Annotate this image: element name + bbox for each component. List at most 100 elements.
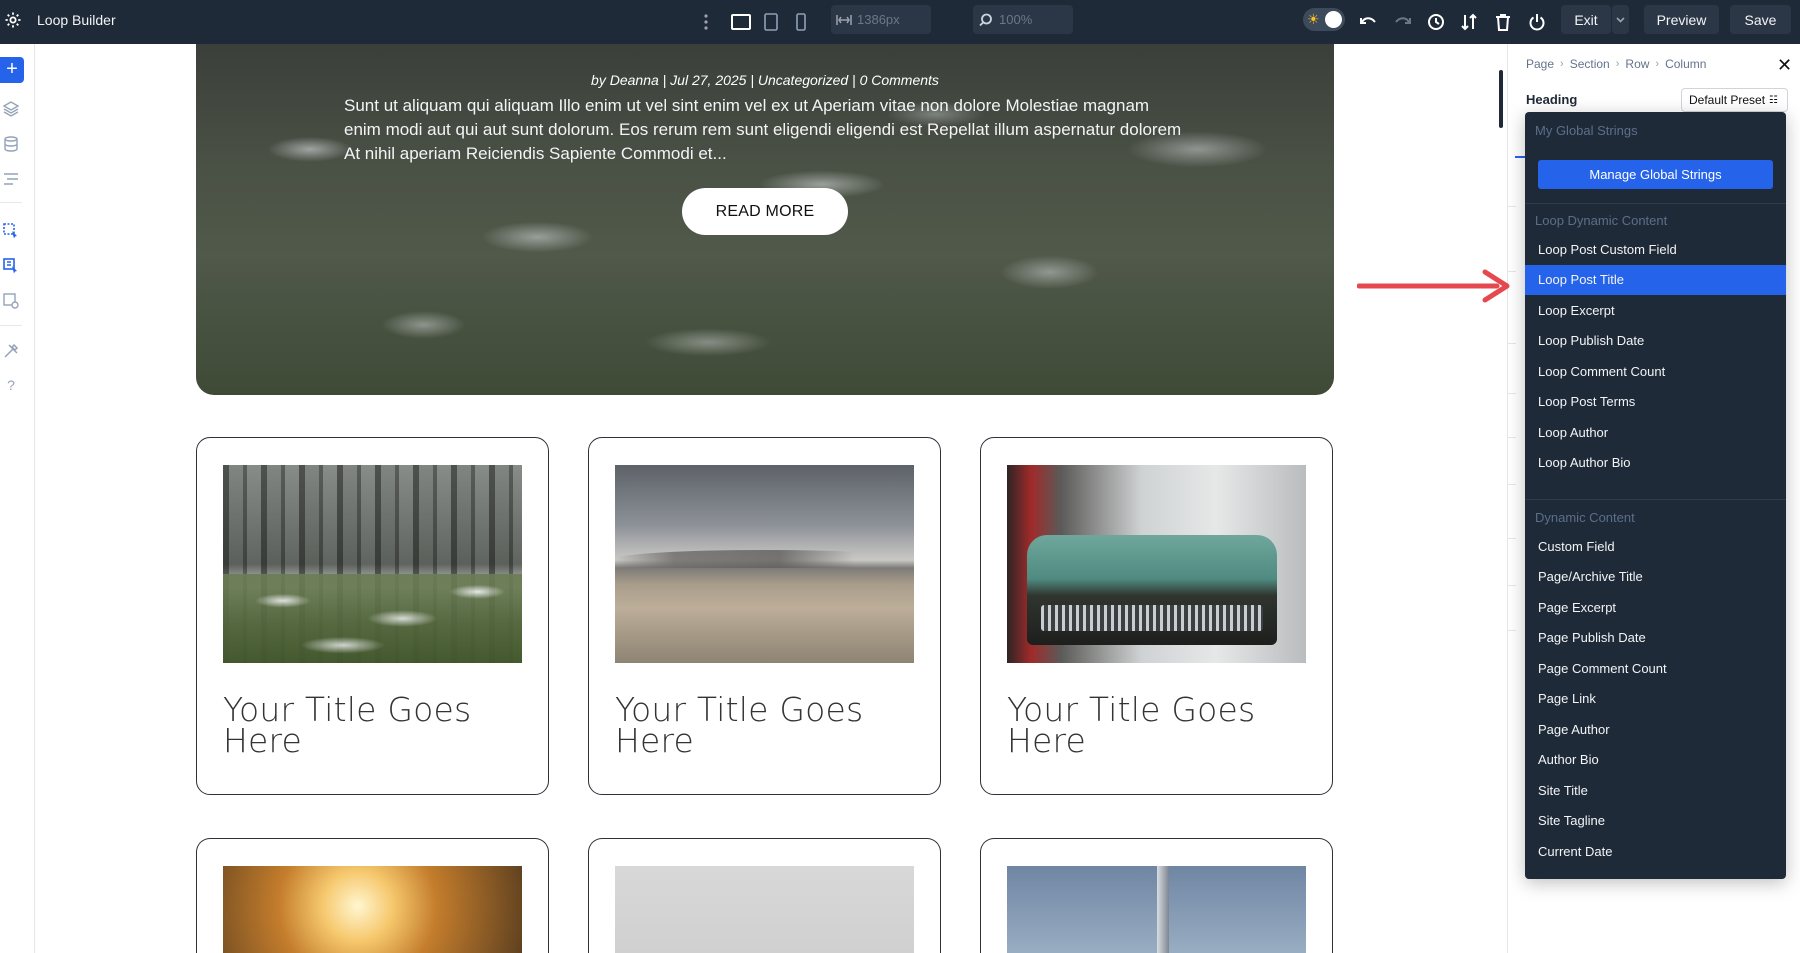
loop-card[interactable] xyxy=(980,838,1333,953)
panel-divider xyxy=(1508,538,1516,539)
power-icon[interactable] xyxy=(1525,10,1549,34)
save-button[interactable]: Save xyxy=(1730,5,1791,34)
panel-divider xyxy=(1508,484,1516,485)
phone-view-icon[interactable] xyxy=(789,10,813,34)
card-image xyxy=(223,465,522,663)
left-sidebar: + ? xyxy=(0,44,35,953)
preset-select[interactable]: Default Preset ☷ xyxy=(1681,88,1788,112)
dropdown-item-loop-publish-date[interactable]: Loop Publish Date xyxy=(1525,326,1786,356)
redo-icon[interactable] xyxy=(1390,10,1414,34)
card-image xyxy=(1007,465,1306,663)
dropdown-item-site-title[interactable]: Site Title xyxy=(1525,775,1786,805)
dropdown-item-site-tagline[interactable]: Site Tagline xyxy=(1525,806,1786,836)
dropdown-item-page-comment-count[interactable]: Page Comment Count xyxy=(1525,653,1786,683)
tools-icon[interactable] xyxy=(0,340,22,362)
preview-button[interactable]: Preview xyxy=(1644,5,1719,34)
card-title: Your Title Goes Here xyxy=(615,694,915,756)
manage-global-strings-button[interactable]: Manage Global Strings xyxy=(1538,160,1773,189)
loop-items-icon[interactable] xyxy=(0,255,22,277)
card-title: Your Title Goes Here xyxy=(223,694,523,756)
card-title: Your Title Goes Here xyxy=(1007,694,1307,756)
card-image xyxy=(615,465,914,663)
canvas-scrollbar[interactable] xyxy=(1499,70,1503,128)
card-image xyxy=(615,866,914,953)
featured-post-hero[interactable]: by Deanna | Jul 27, 2025 | Uncategorized… xyxy=(196,44,1334,395)
exit-button[interactable]: Exit xyxy=(1561,5,1611,34)
group-header-loop: Loop Dynamic Content xyxy=(1535,213,1667,228)
breadcrumb-section[interactable]: Section xyxy=(1570,57,1610,71)
loop-card[interactable]: Your Title Goes Here xyxy=(196,437,549,795)
add-module-button[interactable]: + xyxy=(0,57,24,83)
zoom-search-icon xyxy=(973,13,999,27)
panel-divider xyxy=(1508,393,1516,394)
zoom-field[interactable]: 100% xyxy=(973,5,1073,34)
module-heading-label: Heading xyxy=(1526,92,1577,107)
card-image xyxy=(1007,866,1306,953)
panel-divider xyxy=(1508,206,1516,207)
chevron-right-icon: › xyxy=(1655,58,1659,70)
close-icon[interactable]: ✕ xyxy=(1777,57,1792,73)
rail-divider xyxy=(0,202,22,203)
breadcrumb-column[interactable]: Column xyxy=(1665,57,1706,71)
dropdown-divider xyxy=(1525,203,1786,204)
dropdown-item-loop-excerpt[interactable]: Loop Excerpt xyxy=(1525,295,1786,325)
loop-card[interactable] xyxy=(196,838,549,953)
trash-icon[interactable] xyxy=(1491,10,1515,34)
panel-divider xyxy=(1508,343,1516,344)
breadcrumb-page[interactable]: Page xyxy=(1526,57,1554,71)
chevron-right-icon: › xyxy=(1616,58,1620,70)
red-pointer-arrow xyxy=(1357,268,1527,304)
dropdown-divider xyxy=(1525,499,1786,500)
exit-dropdown-button[interactable] xyxy=(1612,5,1629,34)
toggle-knob xyxy=(1325,11,1342,28)
structure-icon[interactable] xyxy=(0,168,22,190)
dropdown-item-loop-post-custom-field[interactable]: Loop Post Custom Field xyxy=(1525,234,1786,264)
settings-gear-icon[interactable] xyxy=(4,11,22,29)
tablet-view-icon[interactable] xyxy=(759,10,783,34)
layers-icon[interactable] xyxy=(0,98,22,120)
dropdown-item-page-archive-title[interactable]: Page/Archive Title xyxy=(1525,562,1786,592)
dropdown-item-page-author[interactable]: Page Author xyxy=(1525,714,1786,744)
canvas-width-value: 1386px xyxy=(857,12,900,27)
read-more-button[interactable]: READ MORE xyxy=(682,188,848,235)
zoom-value: 100% xyxy=(999,12,1032,27)
dropdown-item-loop-author[interactable]: Loop Author xyxy=(1525,417,1786,447)
preset-label: Default Preset xyxy=(1689,93,1765,107)
sort-arrows-icon[interactable] xyxy=(1457,10,1481,34)
loop-card[interactable] xyxy=(588,838,941,953)
breadcrumb: Page › Section › Row › Column xyxy=(1526,57,1706,71)
panel-divider xyxy=(1508,585,1516,586)
panel-divider xyxy=(1508,437,1516,438)
top-toolbar: Loop Builder 1386px 100% ☀ xyxy=(0,0,1800,44)
dropdown-item-page-publish-date[interactable]: Page Publish Date xyxy=(1525,623,1786,653)
loop-card[interactable]: Your Title Goes Here xyxy=(980,437,1333,795)
desktop-view-icon[interactable] xyxy=(729,10,753,34)
more-vertical-icon[interactable] xyxy=(700,10,712,34)
loop-builder-icon[interactable] xyxy=(0,220,22,242)
app-title: Loop Builder xyxy=(37,12,116,28)
database-icon[interactable] xyxy=(0,133,22,155)
sun-icon: ☀ xyxy=(1307,11,1320,28)
template-settings-icon[interactable] xyxy=(0,290,22,312)
post-meta: by Deanna | Jul 27, 2025 | Uncategorized… xyxy=(196,72,1334,88)
group-header-global-strings: My Global Strings xyxy=(1535,123,1638,138)
history-icon[interactable] xyxy=(1424,10,1448,34)
dropdown-item-current-date[interactable]: Current Date xyxy=(1525,836,1786,866)
loop-card[interactable]: Your Title Goes Here xyxy=(588,437,941,795)
card-image xyxy=(223,866,522,953)
preset-settings-icon: ☷ xyxy=(1769,95,1778,106)
dropdown-item-loop-post-title[interactable]: Loop Post Title xyxy=(1525,265,1786,295)
dropdown-item-loop-post-terms[interactable]: Loop Post Terms xyxy=(1525,387,1786,417)
dropdown-item-author-bio[interactable]: Author Bio xyxy=(1525,745,1786,775)
dropdown-item-loop-author-bio[interactable]: Loop Author Bio xyxy=(1525,448,1786,478)
dropdown-item-custom-field[interactable]: Custom Field xyxy=(1525,531,1786,561)
dropdown-item-page-link[interactable]: Page Link xyxy=(1525,684,1786,714)
breadcrumb-row[interactable]: Row xyxy=(1625,57,1649,71)
undo-icon[interactable] xyxy=(1357,10,1381,34)
dropdown-item-page-excerpt[interactable]: Page Excerpt xyxy=(1525,592,1786,622)
dropdown-item-loop-comment-count[interactable]: Loop Comment Count xyxy=(1525,356,1786,386)
canvas-width-field[interactable]: 1386px xyxy=(831,5,931,34)
chevron-right-icon: › xyxy=(1560,58,1564,70)
help-icon[interactable]: ? xyxy=(0,374,22,396)
theme-toggle[interactable]: ☀ xyxy=(1303,8,1345,31)
